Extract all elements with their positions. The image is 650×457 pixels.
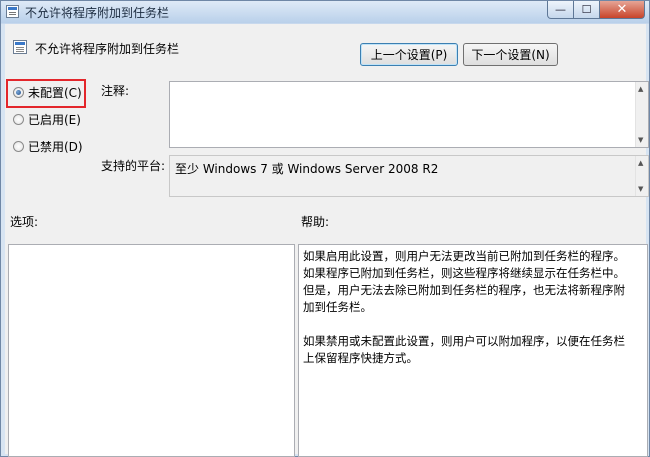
platform-value: 至少 Windows 7 或 Windows Server 2008 R2 — [175, 162, 439, 176]
radio-enabled-label: 已启用(E) — [28, 113, 81, 127]
scroll-down-arrow-icon[interactable]: ▼ — [638, 136, 643, 144]
platform-field: 至少 Windows 7 或 Windows Server 2008 R2 ▲ … — [169, 155, 649, 197]
comment-textarea[interactable]: ▲ ▼ — [169, 81, 649, 148]
previous-setting-button[interactable]: 上一个设置(P) — [360, 43, 458, 66]
window-title: 不允许将程序附加到任务栏 — [25, 6, 170, 20]
radio-enabled[interactable]: 已启用(E) — [13, 111, 81, 128]
help-text: 如果启用此设置，则用户无法更改当前已附加到任务栏的程序。如果程序已附加到任务栏，… — [303, 249, 625, 365]
radio-disabled-label: 已禁用(D) — [28, 140, 83, 154]
options-label: 选项: — [10, 215, 39, 229]
scroll-up-arrow-icon[interactable]: ▲ — [638, 85, 643, 93]
minimize-button[interactable]: — — [547, 1, 574, 19]
options-pane[interactable] — [8, 244, 295, 457]
close-button[interactable]: ✕ — [600, 1, 645, 19]
platform-label: 支持的平台: — [101, 159, 166, 173]
next-setting-button[interactable]: 下一个设置(N) — [463, 43, 558, 66]
radio-not-configured[interactable]: 未配置(C) — [13, 84, 82, 101]
platform-scrollbar[interactable]: ▲ ▼ — [635, 156, 648, 196]
close-icon: ✕ — [616, 2, 628, 17]
policy-dialog-window: 不允许将程序附加到任务栏 — ☐ ✕ 不允许将程序附加到任务栏 上一个设置(P)… — [0, 0, 650, 457]
maximize-button[interactable]: ☐ — [574, 1, 600, 19]
title-bar[interactable]: 不允许将程序附加到任务栏 — ☐ ✕ — [1, 1, 649, 23]
maximize-icon: ☐ — [581, 3, 592, 16]
scroll-down-arrow-icon[interactable]: ▼ — [638, 185, 643, 193]
radio-not-configured-button[interactable] — [13, 87, 24, 98]
radio-enabled-button[interactable] — [13, 114, 24, 125]
dialog-content: 不允许将程序附加到任务栏 上一个设置(P) 下一个设置(N) 未配置(C) 已启… — [5, 24, 649, 457]
minimize-icon: — — [555, 3, 566, 16]
comment-scrollbar[interactable]: ▲ ▼ — [635, 82, 648, 147]
policy-name: 不允许将程序附加到任务栏 — [35, 42, 180, 56]
help-label: 帮助: — [301, 215, 330, 229]
window-controls: — ☐ ✕ — [547, 1, 645, 19]
comment-label: 注释: — [101, 84, 130, 98]
help-pane[interactable]: 如果启用此设置，则用户无法更改当前已附加到任务栏的程序。如果程序已附加到任务栏，… — [298, 244, 648, 457]
policy-app-icon — [6, 5, 19, 18]
scroll-up-arrow-icon[interactable]: ▲ — [638, 159, 643, 167]
radio-not-configured-label: 未配置(C) — [28, 86, 82, 100]
radio-disabled[interactable]: 已禁用(D) — [13, 138, 83, 155]
policy-setting-icon — [13, 40, 27, 54]
radio-disabled-button[interactable] — [13, 141, 24, 152]
